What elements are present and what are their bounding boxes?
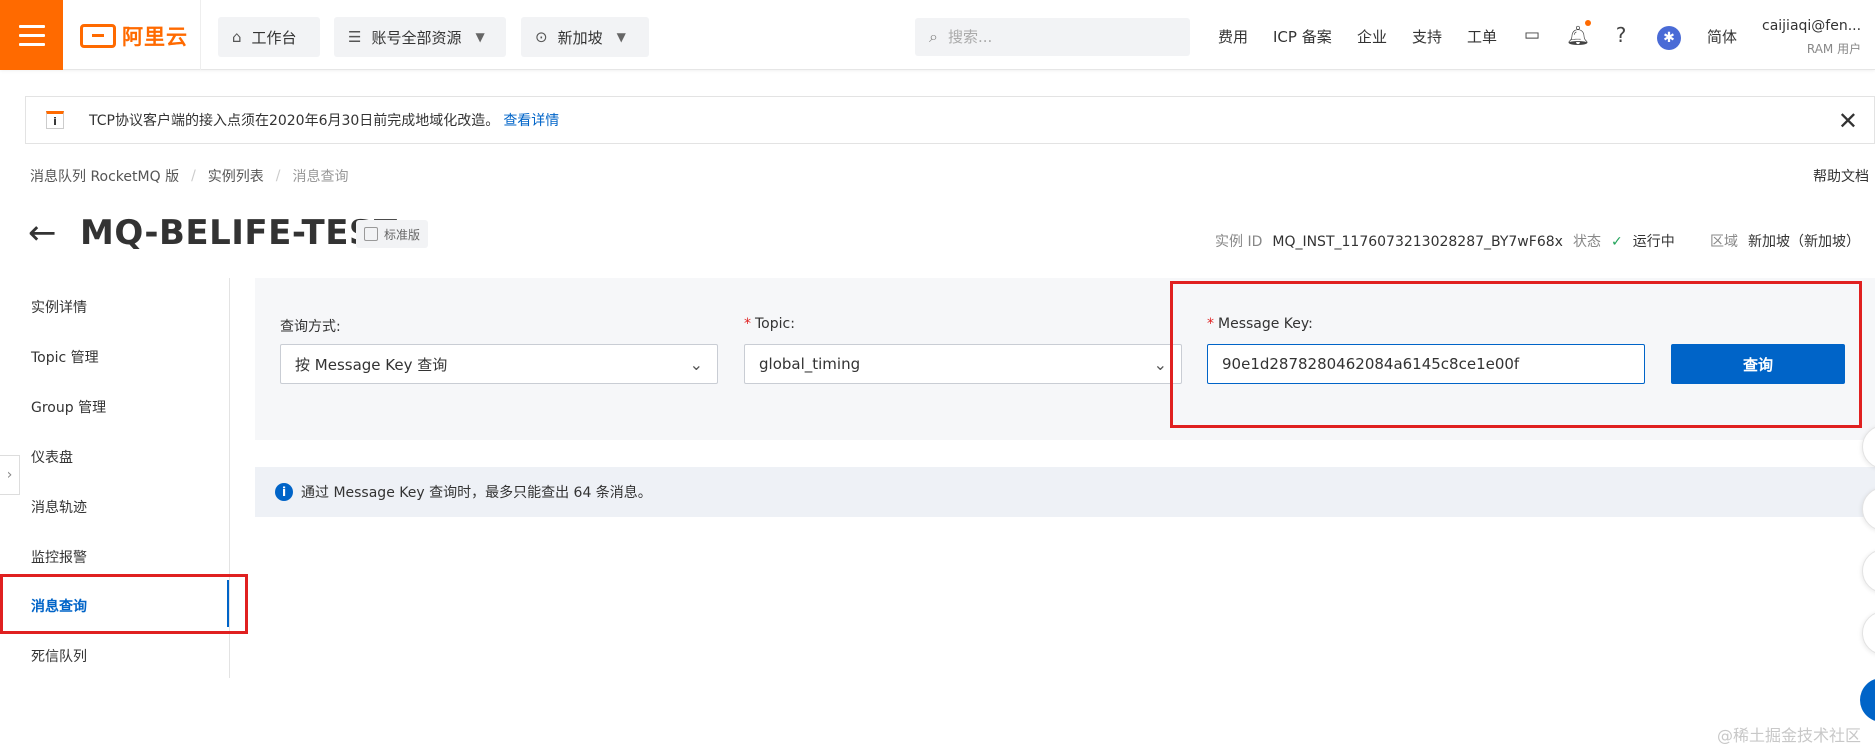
back-arrow-icon[interactable]: ←: [28, 215, 57, 251]
enterprise-link[interactable]: 企业: [1357, 26, 1387, 47]
chevron-down-icon: ▼: [616, 30, 626, 44]
message-key-label: * Message Key:: [1207, 316, 1313, 332]
search-input[interactable]: [947, 28, 1168, 46]
edition-label: 标准版: [384, 227, 421, 242]
aliyun-logo-icon: [80, 24, 116, 48]
help-docs-link[interactable]: 帮助文档: [1813, 166, 1869, 186]
chevron-down-icon: ⌄: [689, 354, 703, 374]
region-value: 新加坡（新加坡）: [1748, 234, 1860, 250]
support-link[interactable]: 支持: [1412, 26, 1442, 47]
logo-text: 阿里云: [122, 25, 188, 49]
region-label: 区域: [1710, 234, 1738, 250]
aliyun-logo[interactable]: 阿里云: [80, 22, 188, 50]
sidebar-item-trace[interactable]: 消息轨迹: [31, 497, 87, 517]
edition-badge: 标准版: [356, 220, 429, 248]
search-icon: ⌕: [929, 27, 938, 46]
notice-icon: i: [46, 111, 64, 129]
instance-status: 状态 ✓ 运行中: [1573, 231, 1675, 251]
hamburger-menu-icon[interactable]: [0, 0, 63, 70]
floating-tool-4[interactable]: [1862, 611, 1875, 655]
side-navigation: 实例详情 Topic 管理 Group 管理 仪表盘 消息轨迹 监控报警 消息查…: [0, 278, 230, 678]
breadcrumb-separator: /: [275, 168, 281, 184]
floating-chat-button[interactable]: [1860, 678, 1875, 722]
resources-label: 账号全部资源: [371, 28, 462, 47]
user-name: caijiaqi@fen...: [1762, 18, 1862, 34]
help-circle-icon[interactable]: ?: [1610, 23, 1632, 47]
close-icon[interactable]: ✕: [1838, 107, 1858, 135]
region-label: 新加坡: [557, 28, 603, 47]
message-key-input[interactable]: [1207, 344, 1645, 384]
user-account[interactable]: caijiaqi@fen... RAM 用户: [1762, 18, 1861, 57]
top-navigation-bar: 阿里云 ⌂ 工作台 ☰ 账号全部资源 ▼ ⊙ 新加坡 ▼ ⌕ 费用 ICP 备案…: [0, 0, 1875, 70]
location-pin-icon: ⊙: [535, 28, 548, 46]
query-method-value: 按 Message Key 查询: [295, 355, 448, 374]
info-message: i 通过 Message Key 查询时，最多只能查出 64 条消息。: [255, 467, 1875, 517]
query-button[interactable]: 查询: [1671, 344, 1845, 384]
floating-tool-3[interactable]: [1862, 549, 1875, 593]
instance-id-label: 实例 ID: [1215, 234, 1263, 250]
required-mark: *: [744, 316, 751, 332]
breadcrumb: 消息队列 RocketMQ 版 / 实例列表 / 消息查询: [30, 166, 349, 186]
user-role: RAM 用户: [1806, 42, 1862, 56]
sidebar-item-dead-letter[interactable]: 死信队列: [31, 646, 87, 666]
topic-label: * Topic:: [744, 316, 795, 332]
breadcrumb-item-instances[interactable]: 实例列表: [208, 166, 264, 186]
check-icon: ✓: [1611, 234, 1623, 250]
home-icon: ⌂: [232, 28, 242, 46]
sidebar-item-message-query[interactable]: 消息查询: [31, 596, 87, 616]
query-method-select[interactable]: 按 Message Key 查询 ⌄: [280, 344, 718, 384]
sidebar-item-dashboard[interactable]: 仪表盘: [31, 447, 73, 467]
sidebar-item-group[interactable]: Group 管理: [31, 397, 106, 417]
terminal-icon[interactable]: ▭: [1521, 24, 1543, 46]
ticket-link[interactable]: 工单: [1467, 26, 1497, 47]
topic-value: global_timing: [759, 355, 861, 373]
instance-region: 区域 新加坡（新加坡）: [1710, 231, 1860, 251]
status-value: 运行中: [1632, 234, 1675, 250]
divider: [200, 0, 201, 70]
breadcrumb-item-current: 消息查询: [292, 169, 349, 185]
breadcrumb-item-rocketmq[interactable]: 消息队列 RocketMQ 版: [30, 166, 179, 186]
notice-banner: i TCP协议客户端的接入点须在2020年6月30日前完成地域化改造。 查看详情…: [25, 96, 1875, 144]
breadcrumb-separator: /: [191, 168, 196, 184]
method-label: 查询方式:: [280, 319, 341, 335]
active-indicator: [227, 580, 229, 627]
global-search[interactable]: ⌕: [915, 18, 1190, 56]
chevron-down-icon: ▼: [475, 30, 485, 44]
workbench-label: 工作台: [251, 28, 297, 47]
topic-label-text: Topic:: [755, 316, 795, 332]
notice-detail-link[interactable]: 查看详情: [503, 110, 559, 130]
sidebar-item-instance-details[interactable]: 实例详情: [31, 297, 87, 317]
notification-dot: [1585, 20, 1591, 26]
stack-icon: ☰: [348, 28, 362, 46]
chevron-down-icon: ⌄: [1153, 354, 1167, 374]
info-text: 通过 Message Key 查询时，最多只能查出 64 条消息。: [301, 485, 652, 501]
fees-link[interactable]: 费用: [1218, 26, 1248, 47]
app-avatar-icon[interactable]: ✱: [1657, 26, 1681, 50]
topic-select[interactable]: global_timing ⌄: [744, 344, 1182, 384]
watermark: @稀土掘金技术社区: [1716, 726, 1861, 745]
sidebar-item-alarm[interactable]: 监控报警: [31, 547, 87, 567]
instance-id: 实例 ID MQ_INST_1176073213028287_BY7wF68x: [1215, 231, 1563, 251]
message-key-label-text: Message Key:: [1218, 316, 1313, 332]
status-label: 状态: [1573, 234, 1601, 250]
icp-link[interactable]: ICP 备案: [1273, 26, 1332, 47]
notice-text: TCP协议客户端的接入点须在2020年6月30日前完成地域化改造。: [89, 113, 500, 129]
chevron-right-icon[interactable]: ›: [0, 455, 20, 495]
box-icon: [364, 227, 378, 241]
required-mark: *: [1207, 316, 1214, 332]
language-switch[interactable]: 简体: [1707, 26, 1737, 47]
workbench-button[interactable]: ⌂ 工作台: [218, 17, 320, 57]
page-title: MQ-BELIFE-TEST: [80, 213, 398, 253]
instance-id-value: MQ_INST_1176073213028287_BY7wF68x: [1272, 234, 1563, 250]
sidebar-item-topic[interactable]: Topic 管理: [31, 347, 99, 367]
region-dropdown[interactable]: ⊙ 新加坡 ▼: [521, 17, 649, 57]
info-icon: i: [275, 483, 293, 501]
resources-dropdown[interactable]: ☰ 账号全部资源 ▼: [334, 17, 506, 57]
bell-icon[interactable]: 🔔︎: [1566, 24, 1590, 47]
